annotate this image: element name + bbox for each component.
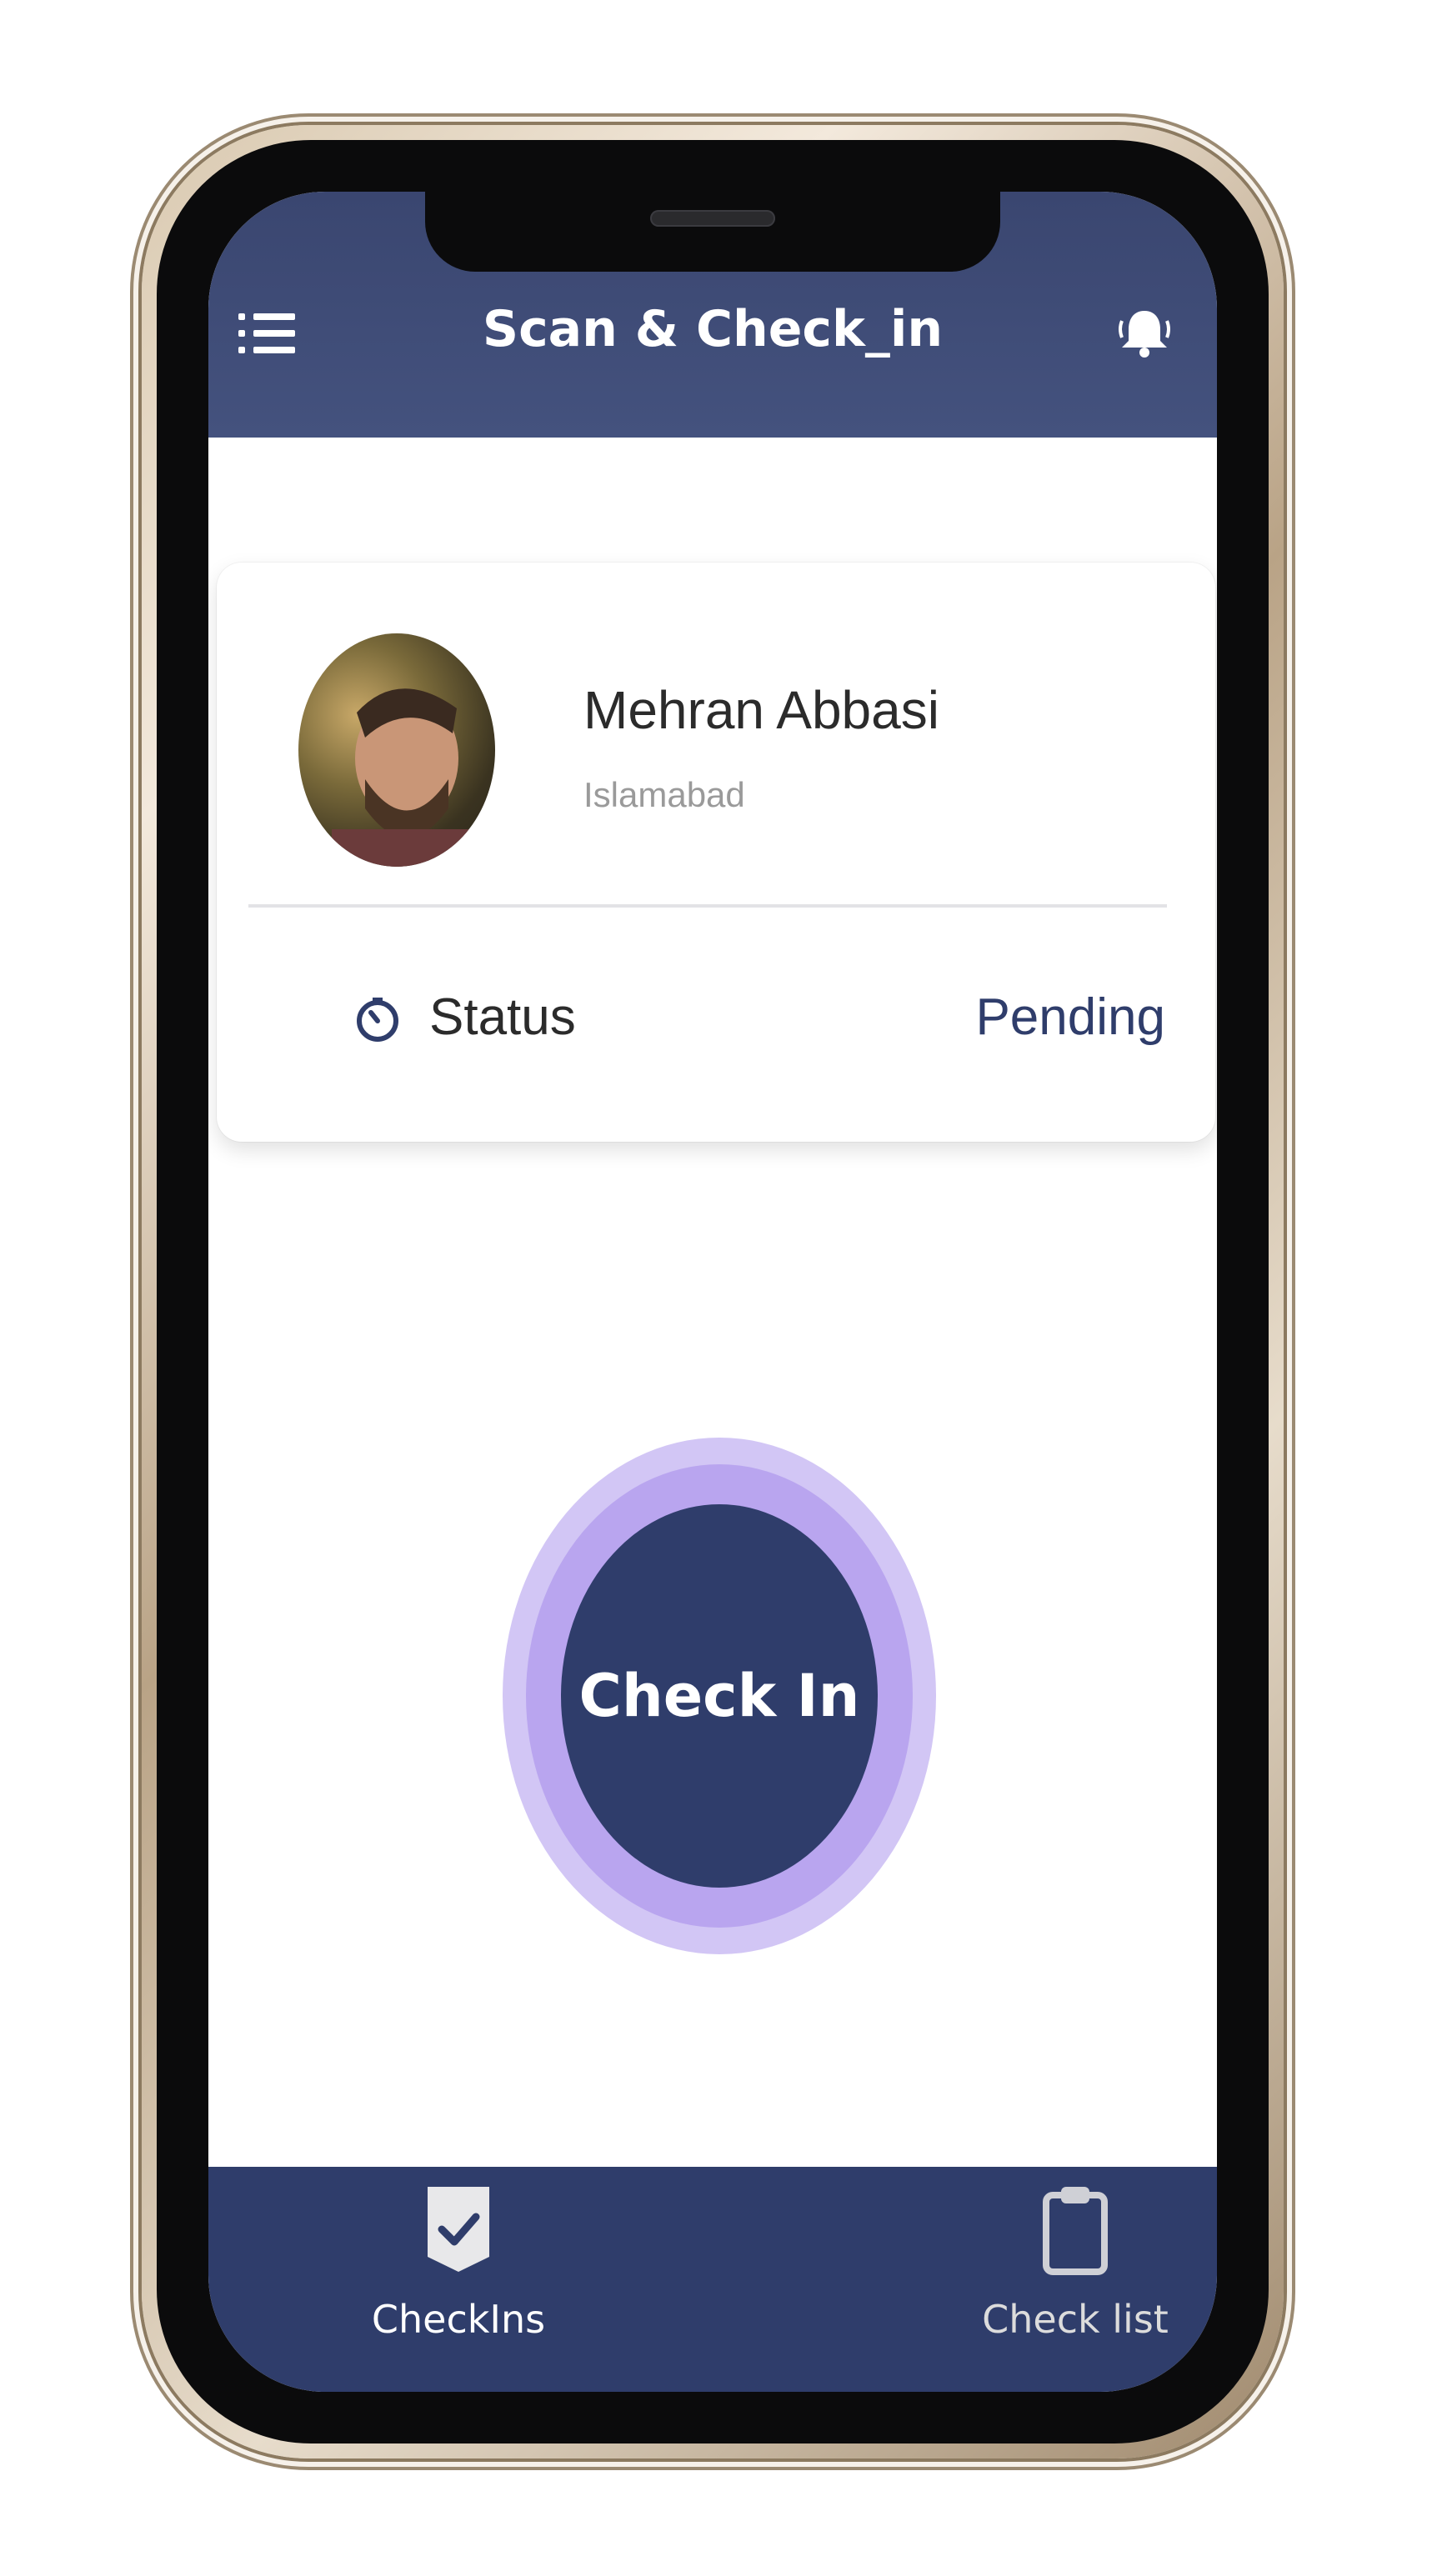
nav-label-checkins: CheckIns xyxy=(371,2297,546,2342)
check-in-button-wrap: Check In xyxy=(503,1438,936,1954)
app-screen: Scan & Check_in Mehran Abbasi Islamabad … xyxy=(208,192,1217,2392)
bell-icon[interactable] xyxy=(1115,304,1174,363)
page-title: Scan & Check_in xyxy=(482,300,944,358)
user-city: Islamabad xyxy=(583,775,745,814)
nav-item-checkins[interactable]: CheckIns xyxy=(317,2183,600,2367)
avatar xyxy=(298,633,495,867)
status-value: Pending xyxy=(975,988,1165,1046)
user-name: Mehran Abbasi xyxy=(583,680,939,740)
phone-frame: Scan & Check_in Mehran Abbasi Islamabad … xyxy=(142,125,1284,2458)
shield-check-icon xyxy=(428,2187,489,2272)
check-in-button[interactable]: Check In xyxy=(561,1504,878,1888)
phone-notch xyxy=(425,192,1000,272)
status-label: Status xyxy=(429,988,576,1046)
bottom-nav: CheckIns Check list xyxy=(208,2167,1217,2392)
nav-label-check-list: Check list xyxy=(982,2297,1169,2342)
clipboard-icon xyxy=(1043,2187,1108,2275)
phone-bezel: Scan & Check_in Mehran Abbasi Islamabad … xyxy=(157,140,1269,2443)
card-divider xyxy=(248,904,1167,908)
nav-item-check-list[interactable]: Check list xyxy=(934,2183,1217,2367)
speaker-grille xyxy=(650,210,775,227)
clock-icon xyxy=(357,998,398,1042)
profile-card: Mehran Abbasi Islamabad Status Pending xyxy=(217,563,1215,1142)
check-in-label: Check In xyxy=(578,1662,860,1730)
